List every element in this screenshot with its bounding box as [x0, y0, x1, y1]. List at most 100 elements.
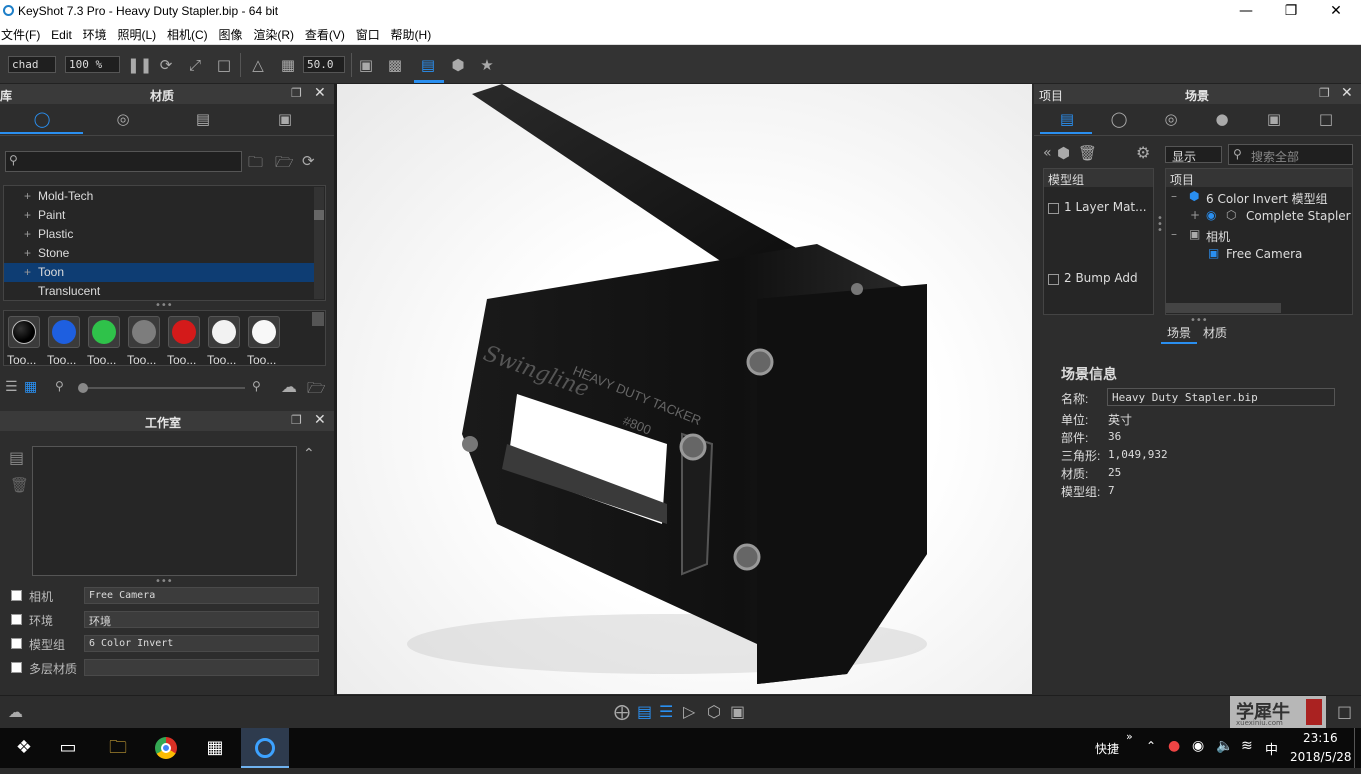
scrollbar[interactable] — [314, 187, 324, 299]
chrome-icon[interactable] — [142, 728, 190, 768]
network-icon[interactable]: ≋ — [1241, 738, 1253, 754]
perspective-icon[interactable]: ▦ — [278, 55, 298, 75]
library-icon[interactable]: ▤ — [637, 702, 652, 721]
collapse-icon[interactable]: ⌃ — [303, 446, 315, 462]
list-item[interactable]: 1 Layer Mat... — [1064, 200, 1147, 214]
undock-icon[interactable]: ❐ — [1319, 86, 1330, 100]
menu-render[interactable]: 渲染(R) — [252, 23, 299, 43]
settings-gear-icon[interactable]: ⚙ — [1136, 143, 1150, 162]
close-icon[interactable]: ✕ — [314, 412, 326, 428]
menu-help[interactable]: 帮助(H) — [390, 23, 437, 43]
scrollbar-thumb[interactable] — [314, 210, 324, 220]
tab-environments-icon[interactable]: ◎ — [113, 109, 133, 129]
scene-search-input[interactable]: ⚲ 搜索全部 — [1228, 144, 1353, 165]
tab-camera-icon[interactable]: ▣ — [1264, 109, 1284, 129]
swatch-scrollbar[interactable] — [312, 312, 324, 326]
pan-icon[interactable]: ⤢ — [185, 55, 205, 75]
list-item[interactable]: + Mold-Tech — [4, 187, 314, 206]
render-icon[interactable]: ▣ — [730, 702, 745, 721]
keyshotvr-icon[interactable]: ⬡ — [707, 702, 721, 721]
scene-name-field[interactable]: Heavy Duty Stapler.bip — [1107, 388, 1335, 406]
task-view-icon[interactable]: ▭ — [44, 728, 92, 768]
maximize-button[interactable]: ❐ — [1268, 0, 1314, 23]
clock-time[interactable]: 23:16 — [1303, 731, 1338, 745]
quick-expand-icon[interactable]: » — [1126, 730, 1133, 743]
upload-cloud-icon[interactable]: ☁ — [281, 377, 297, 396]
model-group-checkbox[interactable] — [11, 638, 22, 649]
close-icon[interactable]: ✕ — [314, 85, 326, 101]
import-folder-icon[interactable]: 🗁 — [275, 152, 294, 177]
list-item[interactable]: + Plastic — [4, 225, 314, 244]
slider-thumb[interactable] — [78, 383, 88, 393]
menu-environment[interactable]: 环境 — [82, 23, 112, 43]
tray-expand-icon[interactable]: ⌃ — [1146, 739, 1156, 753]
splitter-handle-icon[interactable]: ••• — [155, 576, 173, 587]
cpu-preset-select[interactable]: chad — [8, 56, 56, 73]
tree-item[interactable]: Free Camera — [1226, 247, 1302, 261]
delete-icon[interactable]: 🗑 — [10, 476, 29, 494]
tab-backplates-icon[interactable]: ▤ — [193, 109, 213, 129]
tab-material-icon[interactable]: ◯ — [1109, 109, 1129, 129]
add-folder-icon[interactable]: 🗀 — [248, 152, 263, 177]
horizontal-scrollbar[interactable] — [1166, 303, 1281, 313]
import-icon[interactable]: ⨁ — [614, 702, 630, 721]
render-viewport[interactable]: Swingline HEAVY DUTY TACKER #800 — [337, 84, 1032, 694]
close-icon[interactable]: ✕ — [1341, 85, 1353, 101]
tab-textures-icon[interactable]: ▣ — [275, 109, 295, 129]
grid-view-icon[interactable]: ▦ — [24, 379, 37, 395]
tray-app-icon[interactable]: ● — [1168, 738, 1180, 754]
tab-scene-icon[interactable]: ▤ — [1057, 109, 1077, 129]
collapse-left-icon[interactable]: « — [1043, 145, 1052, 161]
camera-tool-icon[interactable]: △ — [248, 55, 268, 75]
tab-materials-icon[interactable]: ◯ — [32, 109, 52, 129]
menu-file[interactable]: 文件(F) — [0, 23, 45, 43]
fullscreen-icon[interactable]: □ — [1337, 702, 1352, 721]
close-window-button[interactable]: ✕ — [1313, 0, 1359, 23]
material-swatch[interactable] — [168, 316, 200, 348]
model-group-checkbox[interactable] — [1048, 203, 1059, 214]
subtab-scene[interactable]: 场景 — [1167, 324, 1191, 341]
menu-window[interactable]: 窗口 — [355, 23, 385, 43]
show-desktop-button[interactable] — [1354, 728, 1361, 768]
animation-icon[interactable]: ▷ — [683, 702, 695, 721]
windows-start-icon[interactable]: ❖ — [0, 728, 48, 768]
delete-icon[interactable]: 🗑 — [1078, 144, 1097, 162]
visibility-eye-icon[interactable]: ◉ — [1206, 208, 1216, 222]
model-group-checkbox[interactable] — [1048, 274, 1059, 285]
environment-select[interactable]: 环境 — [84, 611, 319, 628]
undock-icon[interactable]: ❐ — [291, 86, 302, 100]
tab-environment-icon[interactable]: ◎ — [1161, 109, 1181, 129]
menu-edit[interactable]: Edit — [50, 25, 77, 42]
cloud-library-icon[interactable]: ☁ — [8, 703, 23, 721]
studio-list[interactable] — [32, 446, 297, 576]
calculator-icon[interactable]: ▦ — [191, 728, 239, 768]
undock-icon[interactable]: ❐ — [291, 413, 302, 427]
list-item[interactable]: 2 Bump Add — [1064, 271, 1138, 285]
camera-select[interactable]: Free Camera — [84, 587, 319, 604]
list-item[interactable]: + Stone — [4, 244, 314, 263]
region-icon[interactable]: □ — [214, 55, 234, 75]
tree-item[interactable]: 6 Color Invert 模型组 — [1206, 190, 1328, 207]
scene-tree-icon[interactable]: ▤ — [418, 55, 438, 75]
tab-lighting-icon[interactable]: ● — [1212, 109, 1232, 129]
multi-material-select[interactable] — [84, 659, 319, 676]
subtab-material[interactable]: 材质 — [1203, 324, 1227, 341]
menu-camera[interactable]: 相机(C) — [166, 23, 213, 43]
keyshot-taskbar-icon[interactable] — [241, 728, 289, 768]
add-model-group-icon[interactable]: ⬢ — [1057, 144, 1070, 162]
wechat-icon[interactable]: ◉ — [1192, 738, 1204, 754]
library-search-input[interactable]: ⚲ — [5, 151, 242, 172]
list-item[interactable]: Translucent — [4, 282, 314, 301]
material-swatch[interactable] — [208, 316, 240, 348]
list-view-icon[interactable]: ☰ — [5, 379, 18, 395]
menu-lighting[interactable]: 照明(L) — [117, 23, 162, 43]
project-icon[interactable]: ☰ — [659, 702, 673, 721]
screenshot-icon[interactable]: ▣ — [356, 55, 376, 75]
refresh-library-icon[interactable]: ⟳ — [302, 152, 315, 170]
multi-material-checkbox[interactable] — [11, 662, 22, 673]
tree-item[interactable]: 相机 — [1206, 228, 1230, 245]
environment-checkbox[interactable] — [11, 614, 22, 625]
refresh-icon[interactable]: ⟳ — [156, 55, 176, 75]
volume-icon[interactable]: 🔈 — [1216, 738, 1233, 754]
menu-image[interactable]: 图像 — [218, 23, 248, 43]
